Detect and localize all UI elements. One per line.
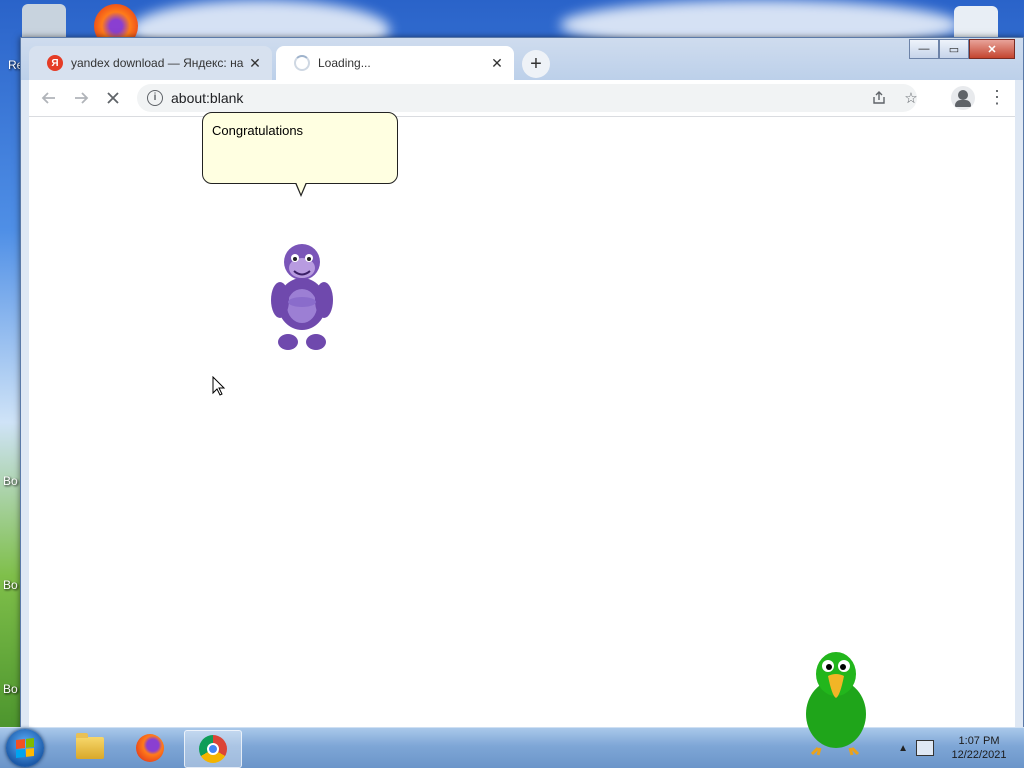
desktop-icon-label: Bo [3,474,18,488]
share-icon[interactable] [869,88,889,108]
title-bar[interactable]: — ▭ ✕ Я yandex download — Яндекс: на ✕ L… [21,38,1023,80]
maximize-button[interactable]: ▭ [939,39,969,59]
bonzi-gorilla-character[interactable] [262,238,342,354]
bubble-text: Congratulations [212,123,304,138]
close-tab-icon[interactable]: ✕ [486,55,508,72]
address-url[interactable]: about:blank [171,90,243,106]
menu-kebab-icon[interactable]: ⋮ [985,86,1009,110]
show-hidden-icons-icon[interactable]: ▲ [898,743,908,754]
loading-spinner-icon [294,55,310,71]
tab-title: Loading... [318,56,371,70]
site-info-icon[interactable]: i [147,90,163,106]
taskbar-explorer[interactable] [62,730,118,766]
tab-loading[interactable]: Loading... ✕ [276,46,514,80]
firefox-icon [136,734,164,762]
start-button[interactable] [6,729,44,767]
profile-avatar-icon[interactable] [951,86,975,110]
bookmark-star-icon[interactable]: ☆ [901,88,921,108]
desktop-icon-label: Bo [3,682,18,696]
mouse-cursor-icon [212,376,226,396]
window-controls: — ▭ ✕ [909,39,1015,59]
chrome-icon [199,735,227,763]
taskbar-firefox[interactable] [122,730,178,766]
taskbar-chrome[interactable] [184,730,242,768]
windows-logo-icon [16,738,34,758]
close-tab-icon[interactable]: ✕ [244,55,266,72]
back-arrow-icon[interactable] [37,86,61,110]
browser-window: — ▭ ✕ Я yandex download — Яндекс: на ✕ L… [20,37,1024,731]
tab-title: yandex download — Яндекс: на [71,56,244,70]
clock[interactable]: 1:07 PM 12/22/2021 [944,734,1014,762]
address-bar[interactable]: i about:blank ☆ [137,84,918,112]
close-icon: ✕ [987,43,997,56]
close-window-button[interactable]: ✕ [969,39,1015,59]
stop-loading-icon[interactable] [101,86,125,110]
clock-date: 12/22/2021 [951,749,1007,761]
bubble-tail-fill [296,182,306,194]
desktop-icon-label: Bo [3,578,18,592]
system-tray: ▲ 1:07 PM 12/22/2021 [898,728,1014,768]
browser-toolbar: i about:blank ☆ ⋮ [29,80,1015,117]
page-content [29,117,1015,730]
forward-arrow-icon[interactable] [69,86,93,110]
minimize-button[interactable]: — [909,39,939,59]
speech-bubble: Congratulations [202,112,398,197]
green-parrot-character[interactable] [796,648,876,756]
clock-time: 1:07 PM [958,735,1000,747]
yandex-favicon-icon: Я [47,55,63,71]
network-icon[interactable] [916,740,934,756]
minimize-icon: — [918,43,930,55]
maximize-icon: ▭ [948,43,960,56]
folder-icon [76,733,104,759]
new-tab-button[interactable]: + [522,50,550,78]
tab-yandex[interactable]: Я yandex download — Яндекс: на ✕ [29,46,272,80]
